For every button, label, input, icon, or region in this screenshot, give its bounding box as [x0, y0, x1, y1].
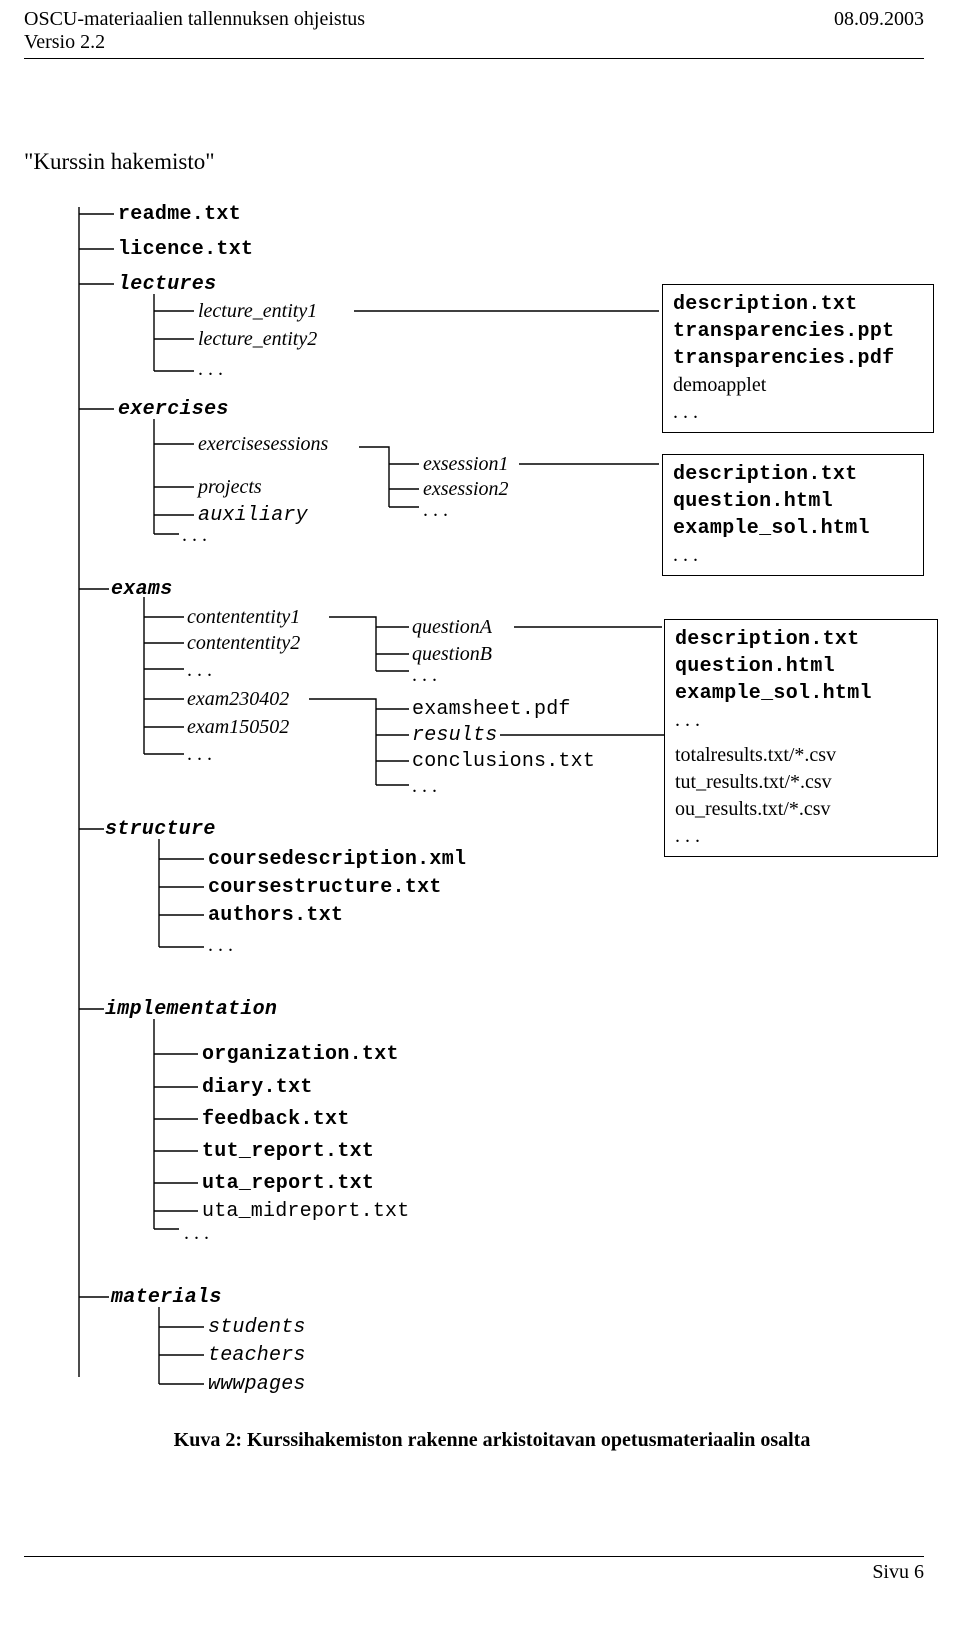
tree-item: exercises: [118, 398, 229, 421]
tree-item: materials: [111, 1286, 222, 1309]
tree-item: . . .: [198, 358, 223, 381]
lecture-entity-box: description.txt transparencies.ppt trans…: [662, 284, 934, 433]
tree-item: diary.txt: [202, 1076, 313, 1099]
box-line: example_sol.html: [675, 680, 927, 707]
box-line: question.html: [673, 488, 913, 515]
page-footer: Sivu 6: [0, 1557, 960, 1592]
box-line: totalresults.txt/*.csv: [675, 742, 927, 769]
tree-item: questionB: [412, 643, 492, 666]
tree-item: authors.txt: [208, 904, 343, 927]
tree-item: . . .: [187, 743, 212, 766]
doc-date: 08.09.2003: [834, 8, 924, 54]
tree-item: . . .: [182, 524, 207, 547]
tree-item: feedback.txt: [202, 1108, 350, 1131]
exsession-box: description.txt question.html example_so…: [662, 454, 924, 576]
tree-item: students: [208, 1316, 306, 1339]
tree-item: tut_report.txt: [202, 1140, 374, 1163]
tree-item: . . .: [187, 659, 212, 682]
box-line: . . .: [675, 823, 927, 850]
tree-item: . . .: [208, 934, 233, 957]
tree-item: readme.txt: [118, 203, 241, 226]
box-line: ou_results.txt/*.csv: [675, 796, 927, 823]
tree-item: teachers: [208, 1344, 306, 1367]
tree-item: contententity1: [187, 606, 300, 629]
tree-item: exercisesessions: [198, 433, 328, 456]
box-line: transparencies.ppt: [673, 318, 923, 345]
tree-item: wwwpages: [208, 1373, 306, 1396]
tree-item: exams: [111, 578, 173, 601]
box-line: question.html: [675, 653, 927, 680]
tree-item: contententity2: [187, 632, 300, 655]
tree-item: . . .: [412, 664, 437, 687]
tree-item: . . .: [423, 499, 448, 522]
tree-item: uta_midreport.txt: [202, 1200, 409, 1223]
tree-item: exsession1: [423, 453, 509, 476]
tree-item: exsession2: [423, 478, 509, 501]
box-line: description.txt: [673, 461, 913, 488]
page-number: Sivu 6: [872, 1561, 924, 1584]
tree-item: organization.txt: [202, 1043, 399, 1066]
box-line: transparencies.pdf: [673, 345, 923, 372]
tree-item: lecture_entity2: [198, 328, 317, 351]
tree-item: uta_report.txt: [202, 1172, 374, 1195]
tree-item: questionA: [412, 616, 492, 639]
tree-item: structure: [105, 818, 216, 841]
page-title: "Kurssin hakemisto": [24, 149, 960, 175]
tree-item: lectures: [118, 273, 216, 296]
tree-item: projects: [198, 476, 262, 499]
box-line: description.txt: [675, 626, 927, 653]
box-line: demoapplet: [673, 372, 923, 399]
box-line: . . .: [673, 399, 923, 426]
exam-files-box: description.txt question.html example_so…: [664, 619, 938, 857]
tree-item: auxiliary: [198, 504, 308, 527]
doc-version: Versio 2.2: [24, 31, 365, 54]
box-line: example_sol.html: [673, 515, 913, 542]
box-line: description.txt: [673, 291, 923, 318]
doc-title: OSCU-materiaalien tallennuksen ohjeistus: [24, 8, 365, 31]
figure-caption: Kuva 2: Kurssihakemiston rakenne arkisto…: [24, 1409, 960, 1452]
tree-item: . . .: [184, 1222, 209, 1245]
tree-item: coursestructure.txt: [208, 876, 442, 899]
tree-item: results: [412, 724, 497, 747]
tree-item: implementation: [105, 998, 277, 1021]
tree-item: . . .: [412, 775, 437, 798]
tree-item: examsheet.pdf: [412, 698, 571, 721]
box-line: . . .: [675, 707, 927, 734]
tree-item: exam230402: [187, 688, 289, 711]
tree-item: lecture_entity1: [198, 300, 317, 323]
box-line: . . .: [673, 542, 913, 569]
tree-item: conclusions.txt: [412, 750, 595, 773]
tree-item: exam150502: [187, 716, 289, 739]
box-line: tut_results.txt/*.csv: [675, 769, 927, 796]
tree-item: coursedescription.xml: [208, 848, 466, 871]
page-header: OSCU-materiaalien tallennuksen ohjeistus…: [0, 0, 960, 54]
tree-item: licence.txt: [118, 238, 253, 261]
tree-diagram: readme.txt licence.txt lectures lecture_…: [24, 199, 960, 1489]
